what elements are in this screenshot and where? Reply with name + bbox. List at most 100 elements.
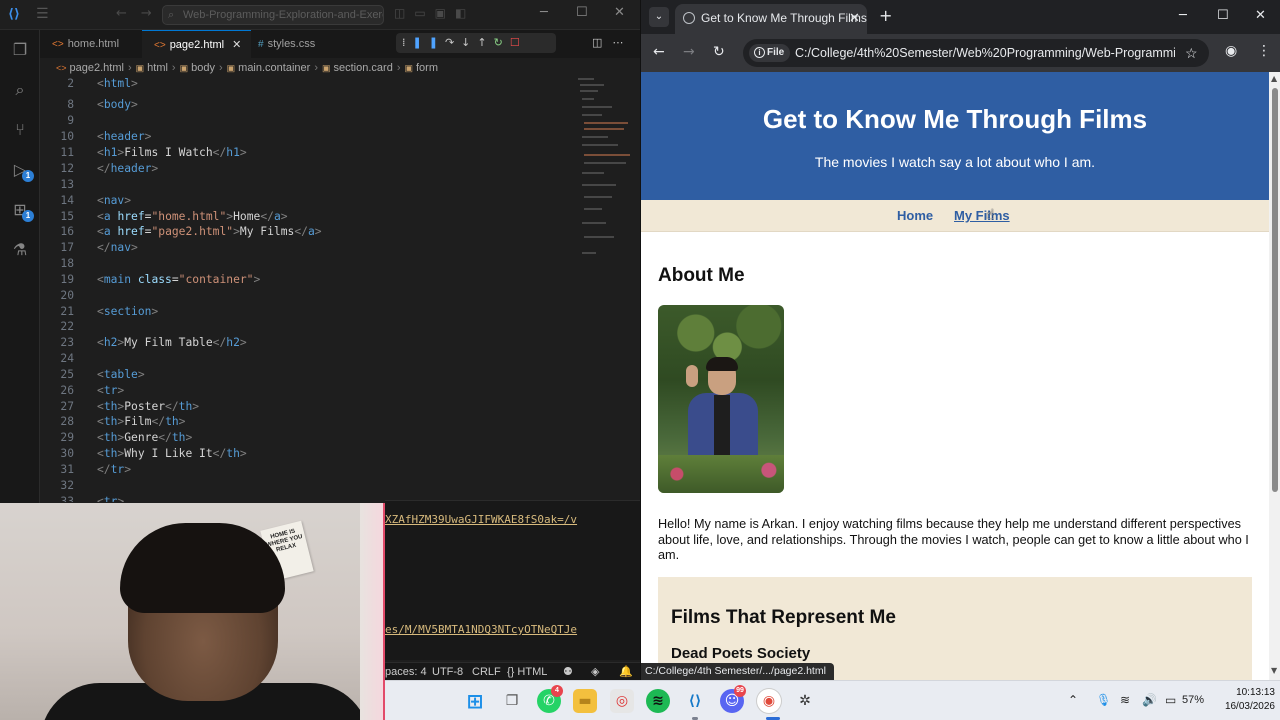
minimize-icon[interactable]: ─: [540, 5, 548, 20]
split-editor-more-icons[interactable]: ◫⋯: [592, 36, 633, 49]
maximize-icon[interactable]: ☐: [576, 5, 588, 20]
site-nav: Home My Films ☝: [641, 200, 1269, 232]
encoding-status[interactable]: UTF-8: [432, 663, 463, 680]
page-scrollbar[interactable]: ▲ ▼: [1269, 72, 1280, 680]
maximize-icon[interactable]: ☐: [1217, 8, 1229, 23]
search-icon[interactable]: ⌕: [10, 80, 30, 100]
drag-handle-icon[interactable]: ⁞: [402, 36, 413, 49]
close-icon[interactable]: ✕: [614, 5, 625, 20]
intro-paragraph: Hello! My name is Arkan. I enjoy watchin…: [658, 517, 1249, 562]
windows-taskbar: ⊞ ❐ ✆ 4 ▬ ◎ ≋ ⟨⟩ ☺ 99 ◉ ✲ ⌃ 🎙 ≋ 🔊 ▭ 57% …: [385, 680, 1280, 720]
layout-toggle-icons[interactable]: ◫▭▣◧: [394, 6, 475, 20]
live-server-icon[interactable]: ◈: [591, 663, 599, 680]
explorer-icon[interactable]: ❐: [10, 40, 30, 60]
site-info-chip[interactable]: i File: [749, 44, 791, 62]
notifications-bell-icon[interactable]: 🔔: [619, 663, 633, 680]
webcam-overlay: HOME IS WHERE YOU RELAX: [0, 503, 385, 720]
tab-home-html[interactable]: <> home.html: [40, 30, 129, 58]
command-center-search[interactable]: ⌕ Web-Programming-Exploration-and-Exerci…: [162, 5, 384, 25]
testing-flask-icon[interactable]: ⚗: [10, 240, 30, 260]
profile-icon[interactable]: ◉: [1225, 43, 1237, 59]
tab-close-icon[interactable]: ✕: [232, 39, 241, 51]
browser-tab[interactable]: Get to Know Me Through Films ✕: [675, 4, 867, 34]
microphone-icon[interactable]: 🎙: [1096, 693, 1111, 707]
element-icon: ▣: [404, 63, 413, 73]
indentation-status[interactable]: paces: 4: [385, 663, 427, 680]
stop-icon[interactable]: ☐: [510, 36, 527, 49]
task-view-icon[interactable]: ❐: [500, 689, 524, 713]
restart-icon[interactable]: ↻: [494, 36, 510, 49]
html-file-icon: <>: [52, 39, 64, 50]
breadcrumb-item[interactable]: body: [191, 62, 215, 74]
terminal-line[interactable]: XZAfHZM39UwaGJIFWKAE8fS0ak=/v: [385, 513, 577, 526]
code-line: 17 </nav>: [60, 241, 138, 254]
tab-page2-html[interactable]: <> page2.html ✕: [142, 30, 252, 58]
command-center-label: Web-Programming-Exploration-and-Exercise: [183, 9, 384, 21]
minimize-icon[interactable]: ─: [1179, 8, 1187, 23]
new-tab-button[interactable]: +: [879, 6, 892, 25]
element-icon: ▣: [179, 63, 189, 73]
info-icon: i: [754, 47, 765, 58]
run-debug-badge: 1: [22, 170, 34, 182]
breadcrumb-item[interactable]: form: [416, 62, 438, 74]
code-line: 30 <th>Why I Like It</th>: [60, 447, 247, 460]
copilot-icon[interactable]: ⚉: [563, 663, 573, 680]
terminal-line[interactable]: es/M/MV5BMTA1NDQ3NTcyOTNeQTJe: [385, 623, 577, 636]
bookmark-star-icon[interactable]: ☆: [1185, 39, 1198, 67]
tab-search-chevron-icon[interactable]: ⌄: [649, 7, 669, 27]
chrome-taskbar-icon[interactable]: ◉: [757, 689, 781, 713]
spotify-icon[interactable]: ≋: [646, 689, 670, 713]
code-line: 16 <a href="page2.html">My Films</a>: [60, 225, 322, 238]
nav-link-my-films[interactable]: My Films: [954, 208, 1010, 223]
scrollbar-thumb[interactable]: [1272, 88, 1278, 492]
vscode-taskbar-icon[interactable]: ⟨⟩: [683, 689, 707, 713]
source-control-icon[interactable]: ⑂: [10, 120, 30, 140]
back-icon[interactable]: ←: [653, 44, 665, 60]
forward-icon[interactable]: →: [683, 44, 695, 60]
code-editor[interactable]: 2 <html> 8 <body> 9 10 <header> 11 <h1>Films…: [40, 76, 575, 502]
code-line: 26 <tr>: [60, 384, 125, 397]
scroll-down-icon[interactable]: ▼: [1271, 666, 1277, 675]
close-icon[interactable]: ✕: [1255, 8, 1266, 23]
breadcrumb-item[interactable]: html: [147, 62, 168, 74]
system-clock[interactable]: 10:13:13 16/03/2026: [1209, 686, 1275, 714]
tab-close-icon[interactable]: ✕: [849, 4, 860, 32]
code-line: 29 <th>Genre</th>: [60, 431, 193, 444]
breadcrumb-item[interactable]: main.container: [238, 62, 310, 74]
breadcrumb-item[interactable]: page2.html: [70, 62, 124, 74]
terminal-panel[interactable]: XZAfHZM39UwaGJIFWKAE8fS0ak=/v es/M/MV5BM…: [385, 500, 640, 660]
element-icon: ▣: [135, 63, 145, 73]
code-line: 23 <h2>My Film Table</h2>: [60, 336, 247, 349]
language-mode-status[interactable]: {} HTML: [507, 663, 547, 680]
chevron-right-icon: ›: [218, 62, 223, 74]
minimap[interactable]: [576, 76, 630, 276]
show-hidden-icons-chevron[interactable]: ⌃: [1068, 693, 1078, 707]
profile-photo: [658, 305, 784, 493]
windows-start-icon[interactable]: ⊞: [463, 689, 487, 713]
editor-scrollbar[interactable]: [630, 76, 640, 496]
pause-icon[interactable]: ❚❚: [413, 36, 445, 49]
menu-icon[interactable]: ☰: [36, 6, 49, 22]
step-over-icon[interactable]: ↷: [445, 36, 461, 49]
chrome-profile-icon[interactable]: ◎: [610, 689, 634, 713]
breadcrumb-item[interactable]: section.card: [334, 62, 393, 74]
address-bar[interactable]: i File C:/College/4th%20Semester/Web%20Pr…: [743, 39, 1209, 67]
nav-arrows-icon[interactable]: ←→: [116, 6, 166, 21]
tab-styles-css[interactable]: # styles.css: [246, 30, 325, 58]
chevron-right-icon: ›: [314, 62, 318, 74]
file-explorer-icon[interactable]: ▬: [573, 689, 597, 713]
code-line: 27 <th>Poster</th>: [60, 400, 200, 413]
more-menu-icon[interactable]: ⋮: [1257, 43, 1271, 59]
code-line: 15 <a href="home.html">Home</a>: [60, 210, 288, 223]
eol-status[interactable]: CRLF: [472, 663, 501, 680]
tab-label: home.html: [67, 38, 120, 50]
nav-link-home[interactable]: Home: [897, 208, 933, 223]
step-into-icon[interactable]: ↓: [461, 36, 477, 49]
battery-icon[interactable]: ▭: [1165, 693, 1176, 707]
reload-icon[interactable]: ↻: [713, 44, 725, 60]
wifi-icon[interactable]: ≋: [1120, 693, 1130, 707]
step-out-icon[interactable]: ↑: [477, 36, 493, 49]
scroll-up-icon[interactable]: ▲: [1271, 74, 1277, 83]
github-copilot-icon[interactable]: ✲: [793, 689, 817, 713]
volume-icon[interactable]: 🔊: [1142, 693, 1157, 707]
